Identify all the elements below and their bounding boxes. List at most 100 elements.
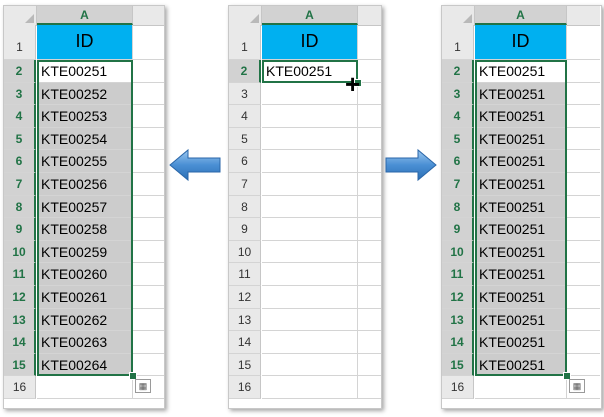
- cell-b5[interactable]: [567, 128, 600, 151]
- row-header-7[interactable]: 7: [229, 173, 261, 196]
- row-header-16[interactable]: 16: [4, 376, 36, 399]
- cell-b12[interactable]: [358, 286, 381, 309]
- row-header-7[interactable]: 7: [4, 173, 36, 196]
- row-header-1[interactable]: 1: [229, 25, 261, 60]
- cell-b9[interactable]: [567, 218, 600, 241]
- cell-b8[interactable]: [358, 196, 381, 219]
- row-header-16[interactable]: 16: [229, 376, 261, 399]
- cell-b12[interactable]: [133, 286, 164, 309]
- row-header-5[interactable]: 5: [229, 127, 261, 151]
- cell-b11[interactable]: [133, 263, 164, 286]
- cell-b14[interactable]: [358, 331, 381, 354]
- row-header-3[interactable]: 3: [4, 82, 36, 106]
- cell-a13[interactable]: [262, 308, 358, 332]
- cell-a1[interactable]: ID: [37, 25, 133, 60]
- row-header-5[interactable]: 5: [442, 127, 474, 151]
- cell-a4[interactable]: [262, 105, 358, 128]
- row-header-5[interactable]: 5: [4, 127, 36, 151]
- cell-b9[interactable]: [358, 218, 381, 241]
- select-all-corner[interactable]: [229, 6, 262, 26]
- row-header-9[interactable]: 9: [4, 218, 36, 241]
- row-header-15[interactable]: 15: [229, 353, 261, 377]
- row-header-8[interactable]: 8: [229, 195, 261, 219]
- row-header-14[interactable]: 14: [4, 331, 36, 354]
- cell-b13[interactable]: [567, 309, 600, 332]
- cell-a6[interactable]: KTE00255: [37, 150, 133, 173]
- cell-a15[interactable]: KTE00264: [37, 353, 133, 377]
- cell-b1[interactable]: [133, 25, 164, 60]
- cell-b3[interactable]: [133, 83, 164, 106]
- cell-a14[interactable]: KTE00263: [37, 331, 133, 354]
- row-header-4[interactable]: 4: [4, 105, 36, 128]
- cell-a7[interactable]: KTE00251: [475, 173, 567, 196]
- cell-a13[interactable]: KTE00262: [37, 308, 133, 332]
- cell-a3[interactable]: [262, 82, 358, 106]
- row-header-9[interactable]: 9: [229, 218, 261, 241]
- cell-a8[interactable]: KTE00251: [475, 195, 567, 219]
- cell-a6[interactable]: [262, 150, 358, 173]
- row-header-8[interactable]: 8: [442, 195, 474, 219]
- row-header-1[interactable]: 1: [442, 25, 474, 60]
- cell-b7[interactable]: [358, 173, 381, 196]
- cell-a16[interactable]: [262, 376, 358, 399]
- row-header-10[interactable]: 10: [4, 240, 36, 264]
- row-header-7[interactable]: 7: [442, 173, 474, 196]
- cell-a9[interactable]: KTE00258: [37, 218, 133, 241]
- cell-a15[interactable]: KTE00251: [475, 353, 567, 377]
- autofill-options-icon[interactable]: ▦: [135, 379, 151, 394]
- cell-a5[interactable]: KTE00254: [37, 127, 133, 151]
- cell-a9[interactable]: KTE00251: [475, 218, 567, 241]
- cell-a11[interactable]: [262, 263, 358, 286]
- row-header-15[interactable]: 15: [442, 353, 474, 377]
- row-header-13[interactable]: 13: [442, 308, 474, 332]
- select-all-corner[interactable]: [4, 6, 37, 26]
- row-header-16[interactable]: 16: [442, 376, 474, 399]
- cell-b5[interactable]: [133, 128, 164, 151]
- cell-a12[interactable]: KTE00261: [37, 286, 133, 309]
- cell-b2[interactable]: [567, 60, 600, 83]
- cell-a3[interactable]: KTE00251: [475, 82, 567, 106]
- cell-b16[interactable]: [358, 376, 381, 399]
- cell-a12[interactable]: KTE00251: [475, 286, 567, 309]
- row-header-11[interactable]: 11: [229, 263, 261, 286]
- cell-b1[interactable]: [358, 25, 381, 60]
- column-header-a[interactable]: A: [262, 6, 358, 25]
- cell-a16[interactable]: [37, 376, 133, 399]
- row-header-15[interactable]: 15: [4, 353, 36, 377]
- column-header-b[interactable]: [358, 6, 381, 26]
- cell-a1[interactable]: ID: [262, 25, 358, 60]
- row-header-11[interactable]: 11: [442, 263, 474, 286]
- column-header-a[interactable]: A: [475, 6, 567, 25]
- cell-b15[interactable]: [567, 354, 600, 377]
- row-header-4[interactable]: 4: [229, 105, 261, 128]
- row-header-2[interactable]: 2: [4, 60, 36, 83]
- row-header-14[interactable]: 14: [442, 331, 474, 354]
- row-header-2[interactable]: 2: [442, 60, 474, 83]
- cell-a8[interactable]: KTE00257: [37, 195, 133, 219]
- row-header-12[interactable]: 12: [442, 286, 474, 309]
- cell-b10[interactable]: [358, 241, 381, 264]
- autofill-options-icon[interactable]: ▦: [569, 379, 585, 394]
- cell-b10[interactable]: [133, 241, 164, 264]
- row-header-12[interactable]: 12: [4, 286, 36, 309]
- cell-b9[interactable]: [133, 218, 164, 241]
- row-header-13[interactable]: 13: [4, 308, 36, 332]
- cell-a4[interactable]: KTE00251: [475, 105, 567, 128]
- cell-b3[interactable]: [567, 83, 600, 106]
- cell-a8[interactable]: [262, 195, 358, 219]
- row-header-12[interactable]: 12: [229, 286, 261, 309]
- cell-b6[interactable]: [358, 150, 381, 173]
- cell-a7[interactable]: KTE00256: [37, 173, 133, 196]
- cell-a10[interactable]: [262, 240, 358, 264]
- row-header-13[interactable]: 13: [229, 308, 261, 332]
- cell-a5[interactable]: KTE00251: [475, 127, 567, 151]
- row-header-6[interactable]: 6: [229, 150, 261, 173]
- row-header-3[interactable]: 3: [442, 82, 474, 106]
- row-header-6[interactable]: 6: [4, 150, 36, 173]
- cell-b2[interactable]: [133, 60, 164, 83]
- cell-b4[interactable]: [567, 105, 600, 128]
- row-header-10[interactable]: 10: [442, 240, 474, 264]
- cell-a14[interactable]: KTE00251: [475, 331, 567, 354]
- row-header-8[interactable]: 8: [4, 195, 36, 219]
- cell-b15[interactable]: [358, 354, 381, 377]
